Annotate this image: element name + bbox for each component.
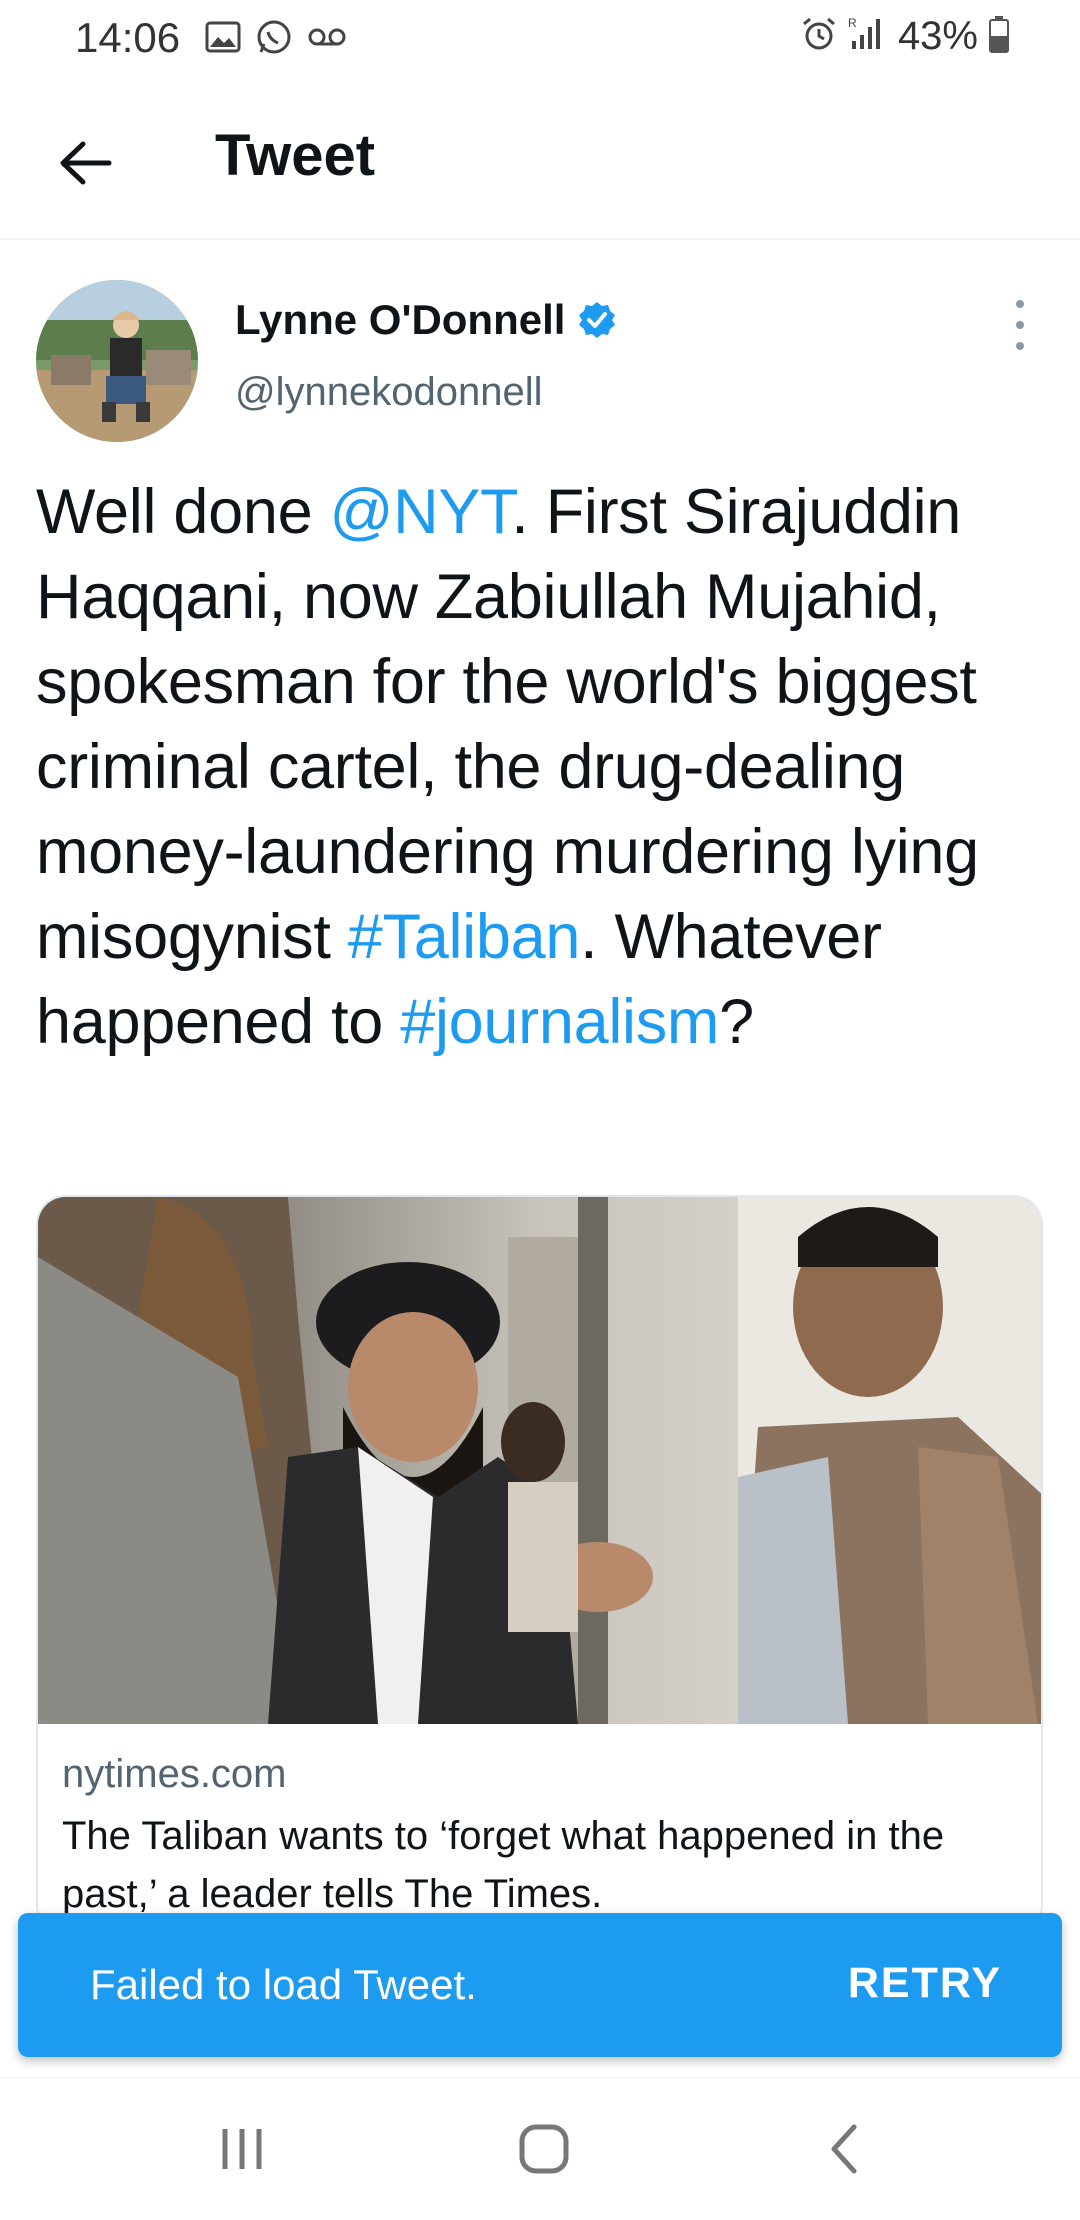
gallery-icon (205, 21, 241, 58)
verified-badge-icon (579, 302, 616, 338)
tweet-text: Well done @NYT. First Sirajuddin Haqqani… (36, 470, 1046, 1065)
app-header: Tweet (0, 80, 1080, 240)
link-card[interactable]: nytimes.com The Taliban wants to ‘forget… (36, 1195, 1043, 1935)
author-handle[interactable]: @lynnekodonnell (235, 370, 542, 415)
whatsapp-icon (255, 18, 293, 61)
hashtag-link[interactable]: #journalism (400, 987, 719, 1057)
snackbar-message: Failed to load Tweet. (90, 1961, 477, 2008)
card-title: The Taliban wants to ‘forget what happen… (62, 1814, 945, 1916)
battery-percent: 43% (897, 14, 978, 58)
tweet-text-segment: ? (719, 987, 754, 1057)
tweet-text-segment: Well done (36, 477, 330, 547)
more-dots-icon (1016, 300, 1024, 308)
home-button[interactable] (518, 2123, 570, 2175)
alarm-icon (800, 15, 838, 58)
author-name-text: Lynne O'Donnell (235, 296, 566, 343)
page-title: Tweet (215, 123, 376, 188)
more-options-button[interactable] (1000, 300, 1040, 350)
signal-icon: R (848, 15, 888, 58)
home-icon (519, 2124, 569, 2174)
mention-link[interactable]: @NYT (330, 477, 512, 547)
hashtag-link[interactable]: #Taliban (348, 902, 581, 972)
chevron-left-icon (831, 2124, 857, 2174)
recents-icon (222, 2129, 262, 2169)
card-domain: nytimes.com (62, 1752, 287, 1796)
notification-icons (205, 18, 347, 61)
recents-button[interactable] (217, 2123, 267, 2175)
status-bar: 14:06 R 43% (0, 0, 1080, 80)
tweet-text-segment: . First Sirajuddin Haqqani, now Zabiulla… (36, 477, 979, 972)
battery-icon (988, 15, 1010, 58)
card-image (38, 1197, 1041, 1724)
system-icons: R 43% (800, 14, 1010, 59)
svg-text:R: R (848, 16, 857, 30)
more-dot (1016, 321, 1024, 329)
status-time: 14:06 (75, 14, 181, 61)
voicemail-icon (307, 26, 347, 53)
avatar[interactable] (36, 280, 198, 442)
error-snackbar: Failed to load Tweet. RETRY (18, 1913, 1062, 2057)
system-nav-bar (0, 2077, 1080, 2220)
arrow-left-icon (60, 141, 112, 185)
author-name[interactable]: Lynne O'Donnell (235, 296, 617, 344)
back-button[interactable] (50, 128, 120, 198)
retry-button[interactable]: RETRY (848, 1959, 1002, 2008)
nav-back-button[interactable] (820, 2123, 872, 2175)
more-dot (1016, 342, 1024, 350)
